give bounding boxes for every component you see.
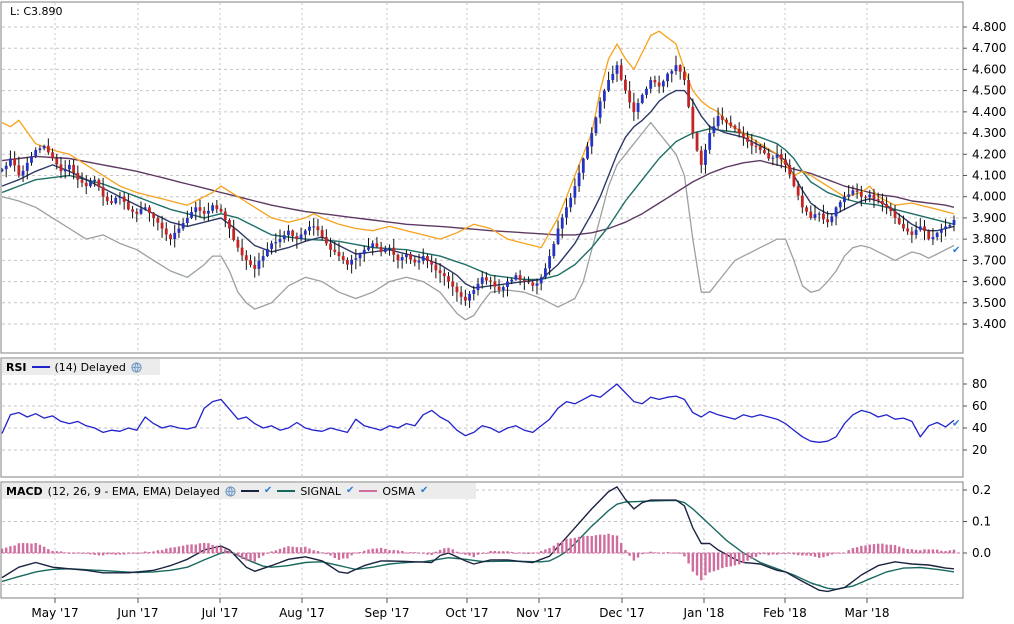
globe-icon[interactable] bbox=[225, 486, 236, 497]
x-axis-label: Dec '17 bbox=[599, 606, 645, 620]
rsi-title: RSI bbox=[6, 361, 27, 374]
last-price-label: L: C3.890 bbox=[10, 5, 63, 18]
rsi-panel[interactable]: ✔ bbox=[2, 359, 962, 476]
price-axis-labels: 4.800 4.700 4.600 4.500 4.400 4.300 4.200 4.100… bbox=[963, 20, 1006, 331]
macd-panel[interactable] bbox=[2, 483, 962, 597]
x-axis: May '17 Jun '17 Jul '17 Aug '17 Sep '17 Oct '… bbox=[31, 598, 889, 620]
signal-line-sample bbox=[277, 490, 295, 492]
rsi-legend: RSI (14) Delayed bbox=[2, 359, 160, 375]
macd-panel-frame bbox=[1, 482, 963, 598]
rsi-axis-labels-tick: 20 bbox=[972, 443, 987, 457]
price-axis-labels-tick: 3.900 bbox=[972, 211, 1006, 225]
x-axis-label: Jan '18 bbox=[683, 606, 725, 620]
macd-title: MACD bbox=[6, 485, 43, 498]
x-axis-label: Jul '17 bbox=[201, 606, 239, 620]
price-panel-frame bbox=[1, 2, 963, 353]
price-axis-labels-tick: 3.500 bbox=[972, 296, 1006, 310]
osma-line-sample bbox=[359, 490, 377, 492]
rsi-axis-labels-tick: 80 bbox=[972, 377, 987, 391]
osma-label: OSMA bbox=[382, 485, 415, 498]
x-axis-label: Feb '18 bbox=[763, 606, 807, 620]
rsi-params: (14) Delayed bbox=[55, 361, 126, 374]
price-axis-labels-tick: 3.700 bbox=[972, 253, 1006, 267]
osma-bars bbox=[1, 534, 955, 581]
price-axis-labels-tick: 4.400 bbox=[972, 105, 1006, 119]
price-axis-labels-tick: 4.300 bbox=[972, 126, 1006, 140]
price-axis-labels-tick: 4.100 bbox=[972, 169, 1006, 183]
price-axis-labels-tick: 4.700 bbox=[972, 41, 1006, 55]
macd-axis-labels-tick: 0.0 bbox=[972, 546, 991, 560]
signal-visibility-checkbox[interactable]: ✔ bbox=[346, 486, 354, 496]
price-axis-labels-tick: 4.200 bbox=[972, 147, 1006, 161]
x-axis-label: Oct '17 bbox=[445, 606, 488, 620]
price-axis-labels-tick: 3.600 bbox=[972, 275, 1006, 289]
chart-canvas[interactable]: ✔ 4.800 4.700 4.600 4.500 4.400 4.300 4.200 4.10… bbox=[0, 0, 1014, 624]
rsi-axis-labels-tick: 60 bbox=[972, 399, 987, 413]
macd-visibility-checkbox[interactable]: ✔ bbox=[264, 486, 272, 496]
osma-visibility-checkbox[interactable]: ✔ bbox=[420, 486, 428, 496]
macd-axis-labels: 0.2 0.1 0.0 bbox=[963, 483, 991, 560]
rsi-axis-labels: 80 60 40 20 bbox=[963, 377, 987, 457]
price-axis-labels-tick: 4.000 bbox=[972, 190, 1006, 204]
chart-window: ✔ 4.800 4.700 4.600 4.500 4.400 4.300 4.200 4.10… bbox=[0, 0, 1014, 624]
macd-params: (12, 26, 9 - EMA, EMA) Delayed bbox=[48, 485, 220, 498]
delayed-check-icon: ✔ bbox=[952, 419, 960, 430]
price-axis-labels-tick: 4.500 bbox=[972, 84, 1006, 98]
x-axis-label: Nov '17 bbox=[516, 606, 562, 620]
x-axis-label: Jun '17 bbox=[116, 606, 158, 620]
price-axis-labels-tick: 4.600 bbox=[972, 62, 1006, 76]
rsi-line-sample bbox=[32, 366, 50, 368]
x-axis-label: Mar '18 bbox=[844, 606, 889, 620]
macd-axis-labels-tick: 0.2 bbox=[972, 483, 991, 497]
globe-icon[interactable] bbox=[131, 362, 142, 373]
macd-axis-labels-tick: 0.1 bbox=[972, 515, 991, 529]
x-axis-label: Aug '17 bbox=[279, 606, 325, 620]
price-panel[interactable]: ✔ bbox=[2, 3, 962, 352]
rsi-axis-labels-tick: 40 bbox=[972, 421, 987, 435]
signal-label: SIGNAL bbox=[300, 485, 341, 498]
macd-line-sample bbox=[241, 490, 259, 492]
price-axis-labels-tick: 3.400 bbox=[972, 317, 1006, 331]
price-axis-labels-tick: 4.800 bbox=[972, 20, 1006, 34]
x-axis-label: May '17 bbox=[31, 606, 78, 620]
macd-legend: MACD (12, 26, 9 - EMA, EMA) Delayed ✔ SI… bbox=[2, 483, 476, 499]
price-axis-labels-tick: 3.800 bbox=[972, 232, 1006, 246]
x-axis-label: Sep '17 bbox=[365, 606, 410, 620]
